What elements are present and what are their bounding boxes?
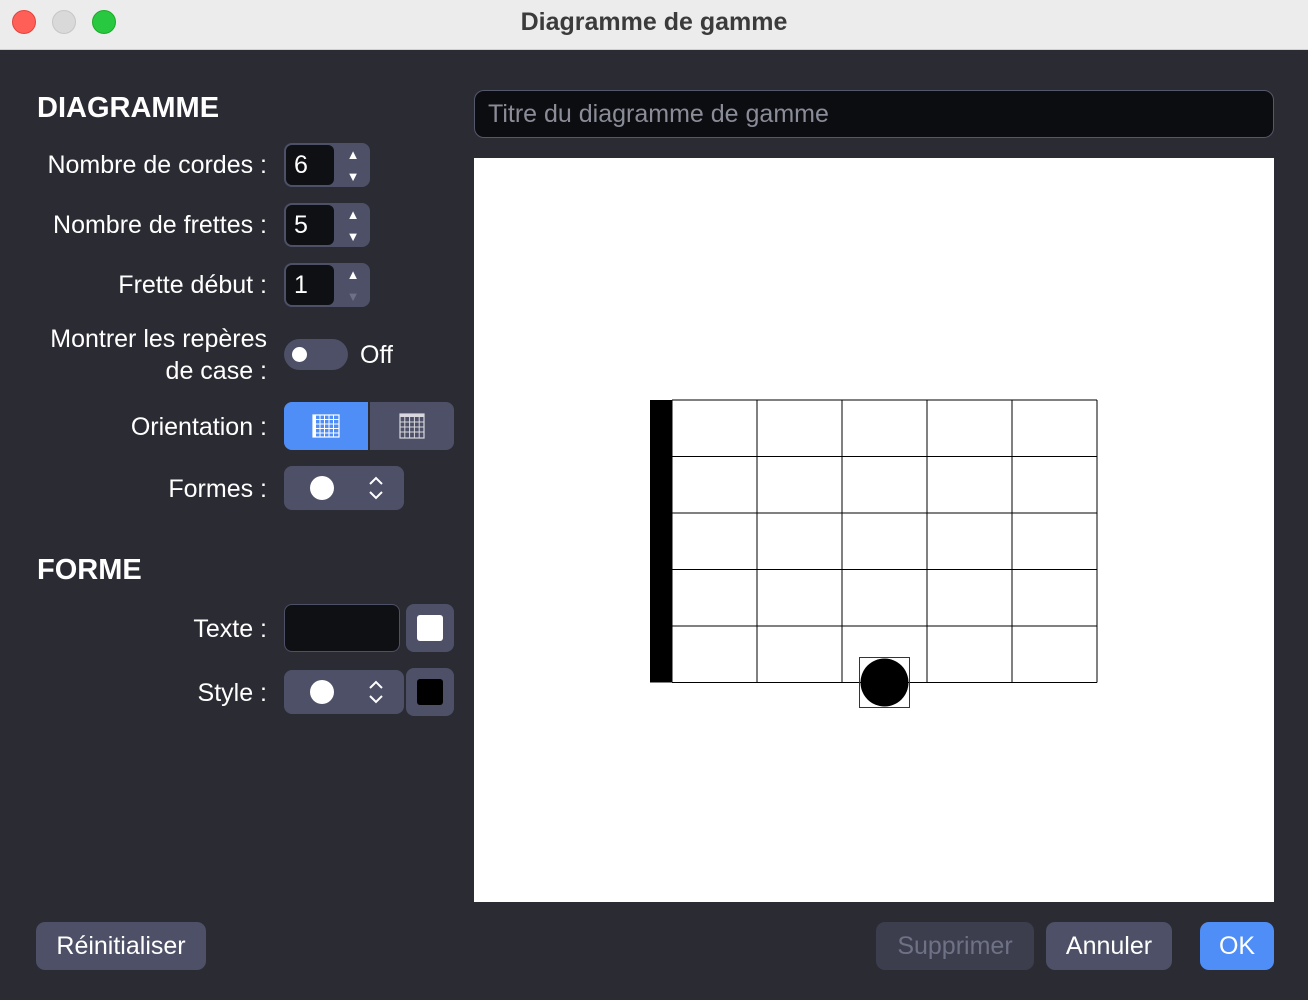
style-popup-button[interactable] <box>284 670 404 714</box>
nut-bar <box>650 400 672 683</box>
fret-markers-label-line1: Montrer les repères <box>50 325 267 353</box>
style-label: Style : <box>197 679 267 707</box>
frets-label: Nombre de frettes : <box>53 211 267 239</box>
chevron-down-icon[interactable]: ▼ <box>336 225 370 247</box>
chevron-down-icon: ▼ <box>346 288 360 304</box>
diagram-title-input[interactable] <box>474 90 1274 138</box>
ok-button[interactable]: OK <box>1200 922 1274 970</box>
up-down-chevron-icon <box>369 680 383 704</box>
title-bar: Diagramme de gamme <box>0 0 1308 50</box>
note-dot[interactable] <box>860 658 909 707</box>
window-title: Diagramme de gamme <box>520 8 788 36</box>
strings-label: Nombre de cordes : <box>47 151 267 179</box>
circle-shape-icon <box>310 476 334 500</box>
frets-value[interactable]: 5 <box>286 205 334 245</box>
orientation-label: Orientation : <box>130 413 267 441</box>
orientation-horizontal-option[interactable] <box>284 402 368 450</box>
strings-value[interactable]: 6 <box>286 145 334 185</box>
cancel-button[interactable]: Annuler <box>1046 922 1172 970</box>
diagram-canvas[interactable] <box>474 158 1274 902</box>
diagram-section-heading: DIAGRAMME <box>37 92 220 124</box>
start-fret-stepper[interactable]: 1 ▲ ▼ <box>284 263 370 307</box>
stepper-arrows: ▲ ▼ <box>336 143 370 187</box>
chevron-up-icon[interactable]: ▲ <box>336 263 370 285</box>
fret-markers-state: Off <box>360 341 393 369</box>
toggle-knob <box>292 347 307 362</box>
text-label: Texte : <box>193 615 267 643</box>
fret-markers-label-line2: de case : <box>165 357 267 385</box>
style-color-well[interactable] <box>406 668 454 716</box>
style-color-swatch <box>417 679 443 705</box>
stepper-arrows: ▲ ▼ <box>336 263 370 307</box>
horizontal-grid-icon <box>312 414 340 438</box>
fret-markers-toggle[interactable] <box>284 339 348 370</box>
delete-button: Supprimer <box>876 922 1034 970</box>
start-fret-label: Frette début : <box>118 271 267 299</box>
chevron-up-icon[interactable]: ▲ <box>336 143 370 165</box>
up-down-chevron-icon <box>369 476 383 500</box>
frets-stepper[interactable]: 5 ▲ ▼ <box>284 203 370 247</box>
text-color-swatch <box>417 615 443 641</box>
dialog-window: Diagramme de gamme DIAGRAMME Nombre de c… <box>0 0 1308 1000</box>
chevron-down-icon[interactable]: ▼ <box>336 165 370 187</box>
orientation-segmented-control <box>284 402 454 450</box>
reset-button[interactable]: Réinitialiser <box>36 922 206 970</box>
chevron-up-icon[interactable]: ▲ <box>336 203 370 225</box>
shape-section-heading: FORME <box>37 554 142 586</box>
fretboard-diagram[interactable] <box>474 158 1274 902</box>
orientation-vertical-option[interactable] <box>370 402 454 450</box>
shape-text-field[interactable] <box>284 604 400 652</box>
text-color-well[interactable] <box>406 604 454 652</box>
stepper-arrows: ▲ ▼ <box>336 203 370 247</box>
vertical-grid-icon <box>399 413 425 439</box>
start-fret-value[interactable]: 1 <box>286 265 334 305</box>
circle-shape-icon <box>310 680 334 704</box>
shapes-popup-button[interactable] <box>284 466 404 510</box>
shapes-label: Formes : <box>168 475 267 503</box>
strings-stepper[interactable]: 6 ▲ ▼ <box>284 143 370 187</box>
